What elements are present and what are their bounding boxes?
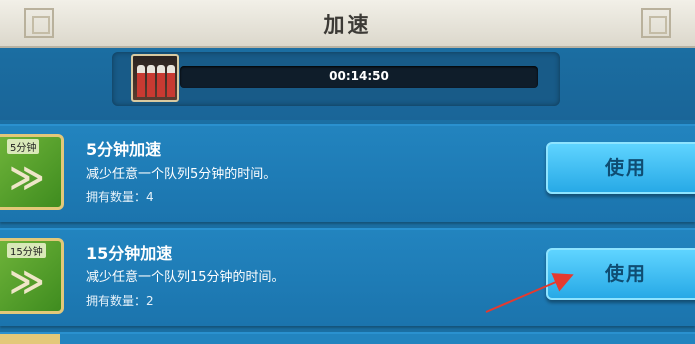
queue-time-remaining: 00:14:50 xyxy=(329,69,389,83)
speedup-icon-label: 15分钟 xyxy=(7,243,46,258)
speedup-item-description: 减少任意一个队列15分钟的时间。 xyxy=(86,270,285,285)
use-button[interactable]: 使用 xyxy=(546,142,695,194)
speedup-arrow-icon: ≫ xyxy=(9,262,45,302)
next-item-row-edge xyxy=(0,332,695,344)
speedup-arrow-icon: ≫ xyxy=(9,158,45,198)
speedup-15min-icon: 15分钟 ≫ xyxy=(0,238,64,314)
window-title: 加速 xyxy=(323,13,372,37)
speedup-item-quantity: 拥有数量：4 xyxy=(86,190,154,204)
speedup-item-row: 15分钟 ≫ 15分钟加速 减少任意一个队列15分钟的时间。 拥有数量：2 使用 xyxy=(0,228,695,326)
corner-ornament-icon xyxy=(641,8,671,38)
use-button[interactable]: 使用 xyxy=(546,248,695,300)
queue-progress-bar: 00:14:50 xyxy=(180,66,538,88)
speedup-item-row: 5分钟 ≫ 5分钟加速 减少任意一个队列5分钟的时间。 拥有数量：4 使用 xyxy=(0,124,695,222)
speedup-icon-label: 5分钟 xyxy=(7,139,40,154)
title-bar: 加速 xyxy=(0,0,695,48)
speedup-5min-icon: 5分钟 ≫ xyxy=(0,134,64,210)
speedup-item-quantity: 拥有数量：2 xyxy=(86,294,154,308)
speedup-item-name: 5分钟加速 xyxy=(86,140,162,159)
speedup-item-description: 减少任意一个队列5分钟的时间。 xyxy=(86,167,277,182)
troop-queue-icon xyxy=(131,54,179,102)
speedup-item-name: 15分钟加速 xyxy=(86,244,173,263)
